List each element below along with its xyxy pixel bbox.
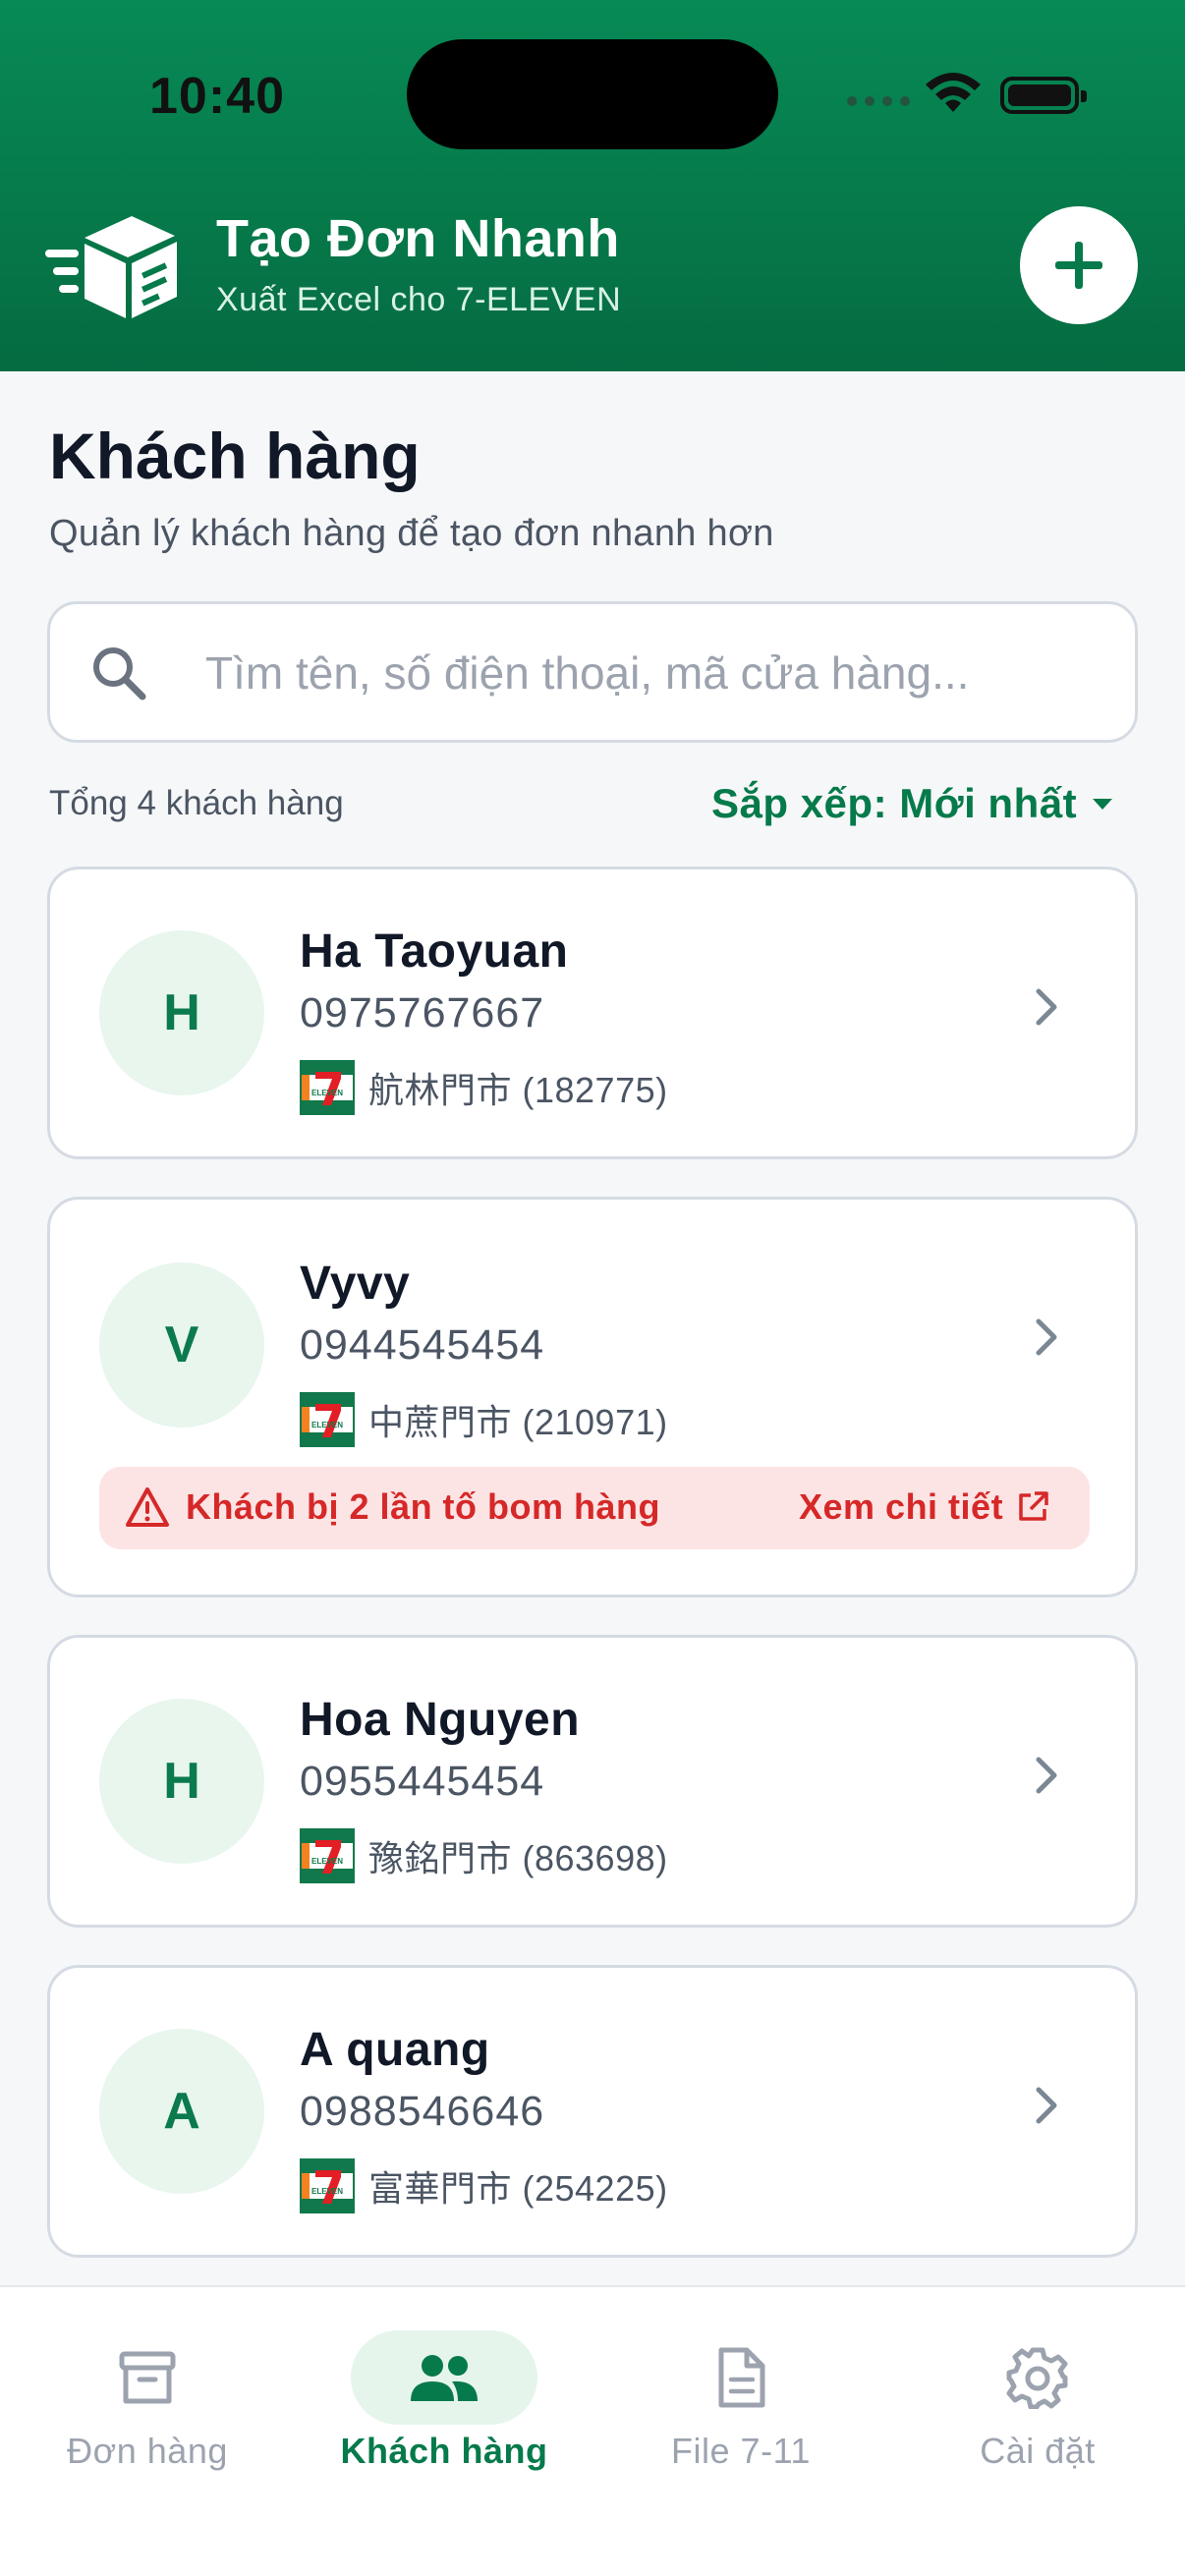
dynamic-island — [407, 39, 778, 149]
page-subtitle: Quản lý khách hàng để tạo đơn nhanh hơn — [49, 513, 774, 554]
customer-avatar: H — [99, 1699, 264, 1864]
nav-tab-settings[interactable]: Cài đặt — [910, 2307, 1165, 2493]
store-name: 富華門市 (254225) — [368, 2168, 668, 2209]
svg-text:ELEVEN: ELEVEN — [311, 2187, 343, 2196]
customer-phone: 0975767667 — [300, 989, 545, 1036]
chevron-right-icon — [1036, 2087, 1057, 2124]
customer-avatar: V — [99, 1262, 264, 1428]
archive-icon — [119, 2351, 176, 2404]
customer-name: Ha Taoyuan — [300, 925, 569, 978]
bomb-warning-banner: Khách bị 2 lần tố bom hàng Xem chi tiết — [99, 1467, 1090, 1549]
view-details-label: Xem chi tiết — [799, 1486, 1004, 1527]
chevron-right-icon — [1036, 988, 1057, 1026]
sort-dropdown[interactable]: Sắp xếp: Mới nhất — [711, 776, 1114, 831]
customer-avatar: A — [99, 2029, 264, 2194]
app-header: 10:40 Tạo Đơn Nhanh Xuất Excel cho 7-ELE… — [0, 0, 1185, 371]
app-subtitle: Xuất Excel cho 7-ELEVEN — [216, 281, 622, 318]
page-title: Khách hàng — [49, 420, 421, 492]
warning-triangle-icon — [126, 1487, 169, 1527]
customer-avatar: H — [99, 930, 264, 1095]
package-logo-icon — [45, 216, 177, 318]
customer-card[interactable]: V Vyvy 0944545454 ELEVEN 中蔗門市 (210971) K… — [47, 1197, 1138, 1597]
seven-eleven-logo-icon: ELEVEN — [300, 2158, 355, 2213]
store-name: 中蔗門市 (210971) — [368, 1402, 668, 1442]
external-link-icon — [1019, 1491, 1048, 1521]
svg-text:ELEVEN: ELEVEN — [311, 1857, 343, 1866]
customer-store: ELEVEN 航林門市 (182775) — [300, 1060, 668, 1115]
document-icon — [718, 2347, 765, 2408]
nav-label-settings: Cài đặt — [980, 2431, 1096, 2471]
customer-store: ELEVEN 富華門市 (254225) — [300, 2158, 668, 2213]
customer-card[interactable]: H Hoa Nguyen 0955445454 ELEVEN 豫銘門市 (863… — [47, 1635, 1138, 1928]
svg-text:ELEVEN: ELEVEN — [311, 1089, 343, 1097]
sort-label: Sắp xếp: Mới nhất — [711, 780, 1078, 826]
nav-label-file: File 7-11 — [671, 2431, 811, 2471]
chevron-right-icon — [1036, 1757, 1057, 1794]
customer-store: ELEVEN 豫銘門市 (863698) — [300, 1828, 668, 1883]
search-input[interactable] — [205, 634, 1119, 712]
seven-eleven-logo-icon: ELEVEN — [300, 1828, 355, 1883]
view-details-link[interactable]: Xem chi tiết — [799, 1486, 1050, 1528]
battery-icon — [1000, 77, 1087, 114]
warning-text: Khách bị 2 lần tố bom hàng — [186, 1486, 661, 1527]
customer-name: Hoa Nguyen — [300, 1694, 581, 1746]
svg-text:ELEVEN: ELEVEN — [311, 1421, 343, 1429]
store-name: 豫銘門市 (863698) — [368, 1838, 668, 1878]
search-icon — [93, 647, 146, 700]
bottom-navigation: Đơn hàng Khách hàng File 7-11 Cài đặt — [0, 2285, 1185, 2576]
seven-eleven-logo-icon: ELEVEN — [300, 1060, 355, 1115]
plus-icon — [1055, 242, 1102, 289]
nav-tab-orders[interactable]: Đơn hàng — [20, 2307, 275, 2493]
users-icon — [411, 2355, 478, 2401]
customer-card[interactable]: A A quang 0988546646 ELEVEN 富華門市 (254225… — [47, 1965, 1138, 2258]
customer-store: ELEVEN 中蔗門市 (210971) — [300, 1392, 668, 1447]
search-box[interactable] — [47, 601, 1138, 743]
customer-phone: 0988546646 — [300, 2088, 545, 2135]
nav-label-orders: Đơn hàng — [67, 2431, 228, 2471]
chevron-right-icon — [1036, 1318, 1057, 1356]
status-time: 10:40 — [149, 68, 285, 125]
store-name: 航林門市 (182775) — [368, 1070, 668, 1110]
nav-tab-file-7-11[interactable]: File 7-11 — [613, 2307, 869, 2493]
cellular-signal-icon — [847, 96, 910, 106]
seven-eleven-logo-icon: ELEVEN — [300, 1392, 355, 1447]
customer-card[interactable]: H Ha Taoyuan 0975767667 ELEVEN 航林門市 (182… — [47, 867, 1138, 1159]
total-customer-count: Tổng 4 khách hàng — [49, 784, 344, 822]
customer-phone: 0944545454 — [300, 1321, 545, 1369]
customer-name: Vyvy — [300, 1258, 411, 1310]
add-customer-button[interactable] — [1020, 206, 1138, 324]
customer-phone: 0955445454 — [300, 1758, 545, 1805]
nav-tab-customers[interactable]: Khách hàng — [316, 2307, 572, 2493]
app-title: Tạo Đơn Nhanh — [216, 209, 620, 268]
nav-label-customers: Khách hàng — [340, 2431, 548, 2471]
customer-name: A quang — [300, 2024, 490, 2076]
caret-down-icon — [1093, 799, 1113, 810]
wifi-icon — [926, 73, 981, 112]
gear-icon — [1006, 2347, 1068, 2409]
